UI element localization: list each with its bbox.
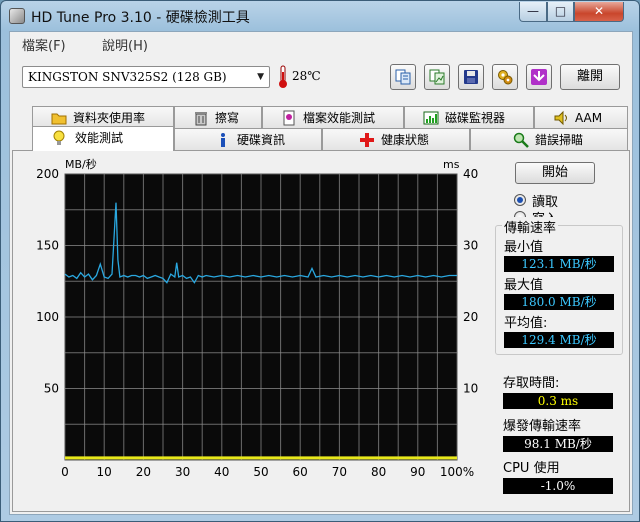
right-axis-unit: ms — [443, 158, 460, 171]
y2-tick-label: 20 — [463, 310, 478, 324]
drive-select-value: KINGSTON SNV325S2 (128 GB) — [28, 70, 227, 84]
info-icon — [221, 133, 225, 147]
min-value: 123.1 MB/秒 — [504, 256, 614, 272]
left-axis-unit: MB/秒 — [65, 157, 97, 171]
tab-label: 磁碟監視器 — [445, 111, 506, 125]
monitor-icon — [423, 111, 439, 125]
x-tick-label: 60 — [293, 465, 308, 479]
transfer-rate-group: 傳輸速率 最小值 123.1 MB/秒 最大值 180.0 MB/秒 平均值: … — [495, 217, 623, 355]
cpu-usage-value: -1.0% — [503, 478, 613, 494]
client-area: 檔案(F) 說明(H) KINGSTON SNV325S2 (128 GB) ▼… — [9, 31, 633, 515]
maximize-button[interactable]: □ — [547, 2, 574, 22]
burst-rate-value: 98.1 MB/秒 — [503, 436, 613, 452]
tab-label: 資料夾使用率 — [73, 111, 146, 125]
window-title: HD Tune Pro 3.10 - 硬碟檢測工具 — [31, 10, 250, 26]
read-radio[interactable]: 讀取 — [514, 192, 604, 210]
tab-label: 擦寫 — [215, 111, 240, 125]
y2-tick-label: 30 — [463, 239, 478, 253]
chevron-down-icon: ▼ — [257, 72, 264, 82]
max-value: 180.0 MB/秒 — [504, 294, 614, 310]
menu-file[interactable]: 檔案(F) — [22, 35, 66, 54]
tab-error-scan[interactable]: 錯誤掃瞄 — [470, 128, 628, 150]
cpu-usage-label: CPU 使用 — [503, 461, 560, 476]
x-tick-label: 100% — [440, 465, 474, 479]
y-tick-label: 150 — [36, 239, 59, 253]
x-tick-label: 70 — [332, 465, 347, 479]
app-icon — [9, 8, 25, 24]
trash-icon — [195, 112, 207, 126]
copy-image-button[interactable] — [424, 64, 450, 90]
copy-text-icon — [395, 69, 411, 85]
x-tick-label: 0 — [61, 465, 69, 479]
file-benchmark-icon — [283, 110, 295, 126]
health-cross-icon — [360, 133, 374, 147]
tab-benchmark[interactable]: 效能測試 — [32, 126, 174, 151]
tab-label: 檔案效能測試 — [303, 111, 376, 125]
transfer-rate-title: 傳輸速率 — [502, 217, 559, 236]
toolbar: KINGSTON SNV325S2 (128 GB) ▼ 28℃ 離開 — [10, 56, 632, 98]
minimize-button[interactable]: — — [519, 2, 547, 22]
save-button[interactable] — [458, 64, 484, 90]
x-tick-label: 90 — [410, 465, 425, 479]
tab-label: 錯誤掃瞄 — [535, 133, 584, 147]
bulb-icon — [53, 130, 65, 145]
x-tick-label: 50 — [253, 465, 268, 479]
x-tick-label: 80 — [371, 465, 386, 479]
magnifier-icon — [513, 132, 529, 148]
close-button[interactable]: ✕ — [574, 2, 624, 22]
y-tick-label: 200 — [36, 167, 59, 181]
tab-health[interactable]: 健康狀態 — [322, 128, 470, 150]
drive-select[interactable]: KINGSTON SNV325S2 (128 GB) ▼ — [22, 66, 270, 88]
access-time-label: 存取時間: — [503, 376, 560, 391]
thermometer-icon — [279, 65, 287, 88]
y2-tick-label: 10 — [463, 382, 478, 396]
folder-icon — [51, 113, 67, 125]
exit-button[interactable]: 離開 — [560, 64, 620, 90]
download-icon — [531, 69, 547, 85]
benchmark-panel: MB/秒 ms 200 150 100 50 40 30 20 10 0 10 20 30 40 50 60 70… — [12, 150, 630, 512]
x-tick-label: 40 — [214, 465, 229, 479]
burst-rate-label: 爆發傳輸速率 — [503, 419, 582, 434]
application-window: HD Tune Pro 3.10 - 硬碟檢測工具 — □ ✕ 檔案(F) 說明… — [0, 0, 640, 522]
access-time-value: 0.3 ms — [503, 393, 613, 409]
copy-image-icon — [429, 69, 445, 85]
tab-aam[interactable]: AAM — [534, 106, 628, 128]
x-tick-label: 20 — [136, 465, 151, 479]
menu-help[interactable]: 說明(H) — [102, 35, 148, 54]
min-label: 最小值 — [504, 240, 544, 255]
menu-bar: 檔案(F) 說明(H) — [10, 32, 632, 54]
tab-label: AAM — [575, 111, 603, 125]
tab-erase[interactable]: 擦寫 — [174, 106, 262, 128]
options-button[interactable] — [492, 64, 518, 90]
tab-disk-monitor[interactable]: 磁碟監視器 — [404, 106, 534, 128]
copy-text-button[interactable] — [390, 64, 416, 90]
save-icon — [464, 70, 478, 84]
speaker-icon — [554, 110, 567, 126]
tab-label: 效能測試 — [75, 131, 124, 145]
tab-disk-info[interactable]: 硬碟資訊 — [174, 128, 322, 150]
start-button[interactable]: 開始 — [515, 162, 595, 184]
tab-folder-usage[interactable]: 資料夾使用率 — [32, 106, 174, 128]
max-label: 最大值 — [504, 278, 544, 293]
tab-label: 硬碟資訊 — [237, 133, 286, 147]
read-radio-dot — [514, 194, 526, 206]
y2-tick-label: 40 — [463, 167, 478, 181]
download-button[interactable] — [526, 64, 552, 90]
transfer-rate-chart: MB/秒 ms20015010050403020100 10 20 30 40 50 60 70… — [36, 157, 478, 479]
avg-value: 129.4 MB/秒 — [504, 332, 614, 348]
x-tick-label: 30 — [175, 465, 190, 479]
avg-label: 平均值: — [504, 316, 548, 331]
title-bar[interactable]: HD Tune Pro 3.10 - 硬碟檢測工具 — □ ✕ — [1, 1, 639, 31]
temperature-readout: 28℃ — [292, 69, 321, 83]
y-tick-label: 100 — [36, 310, 59, 324]
y-tick-label: 50 — [44, 382, 59, 396]
x-tick-label: 10 — [97, 465, 112, 479]
options-icon — [498, 70, 513, 85]
tab-label: 健康狀態 — [381, 133, 430, 147]
tab-file-benchmark[interactable]: 檔案效能測試 — [262, 106, 404, 128]
